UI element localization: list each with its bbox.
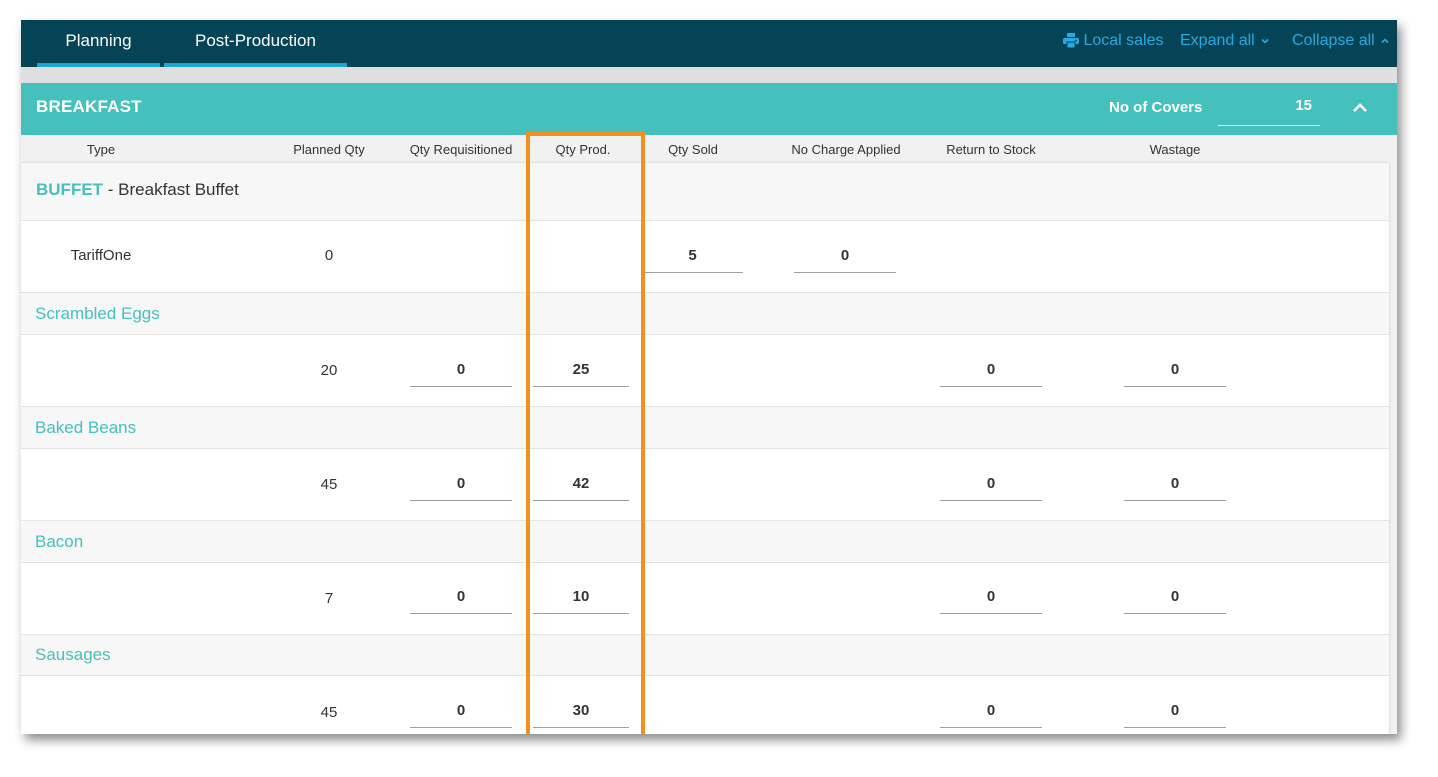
column-header-no-charge-applied: No Charge Applied bbox=[791, 142, 901, 157]
column-header-wastage: Wastage bbox=[1149, 142, 1201, 157]
item-name: Baked Beans bbox=[35, 418, 137, 437]
covers-value: 15 bbox=[1295, 97, 1312, 114]
wastage-input[interactable]: 0 bbox=[1124, 583, 1226, 614]
tab-planning-label: Planning bbox=[65, 31, 132, 50]
qty-requisitioned-input[interactable]: 0 bbox=[410, 697, 512, 728]
local-sales-label: Local sales bbox=[1083, 32, 1164, 49]
expand-all-label: Expand all bbox=[1180, 32, 1255, 49]
table-row: 45 0 42 0 0 bbox=[21, 448, 1389, 521]
buffet-group-row: BUFFET - Breakfast Buffet bbox=[21, 163, 1389, 220]
wastage-input[interactable]: 0 bbox=[1124, 356, 1226, 387]
buffet-name: - Breakfast Buffet bbox=[103, 180, 239, 199]
expand-all-link[interactable]: Expand all bbox=[1180, 32, 1271, 50]
collapse-all-label: Collapse all bbox=[1292, 32, 1375, 49]
items-card: BUFFET - Breakfast Buffet TariffOne 0 5 … bbox=[21, 163, 1389, 734]
wastage-input[interactable]: 0 bbox=[1124, 697, 1226, 728]
qty-sold-input[interactable]: 5 bbox=[642, 242, 743, 273]
qty-requisitioned-input[interactable]: 0 bbox=[410, 583, 512, 614]
qty-prod-input[interactable]: 30 bbox=[533, 697, 629, 728]
return-to-stock-input[interactable]: 0 bbox=[940, 583, 1042, 614]
qty-prod-input[interactable]: 10 bbox=[533, 583, 629, 614]
item-name: Sausages bbox=[35, 645, 111, 664]
column-header-planned-qty: Planned Qty bbox=[293, 142, 365, 157]
collapse-all-link[interactable]: Collapse all bbox=[1292, 32, 1391, 50]
table-row: 45 0 30 0 0 bbox=[21, 675, 1389, 734]
covers-label: No of Covers bbox=[1109, 99, 1203, 116]
section-header: BREAKFAST No of Covers 15 bbox=[21, 83, 1397, 135]
qty-requisitioned-input[interactable]: 0 bbox=[410, 470, 512, 501]
tariff-label: TariffOne bbox=[70, 247, 132, 264]
table-row: 7 0 10 0 0 bbox=[21, 562, 1389, 635]
top-nav: Planning Post-Production Local sales Exp… bbox=[21, 20, 1397, 67]
return-to-stock-input[interactable]: 0 bbox=[940, 697, 1042, 728]
column-header-return-to-stock: Return to Stock bbox=[946, 142, 1036, 157]
column-header-type: Type bbox=[86, 142, 116, 157]
local-sales-link[interactable]: Local sales bbox=[1063, 32, 1164, 50]
wastage-input[interactable]: 0 bbox=[1124, 470, 1226, 501]
item-group-row: Baked Beans bbox=[21, 406, 1389, 449]
tab-post-production-label: Post-Production bbox=[195, 31, 316, 50]
buffet-code: BUFFET bbox=[36, 180, 104, 199]
buffet-title: BUFFET - Breakfast Buffet bbox=[36, 180, 239, 200]
planned-qty: 45 bbox=[320, 704, 338, 721]
item-name: Scrambled Eggs bbox=[35, 304, 160, 323]
return-to-stock-input[interactable]: 0 bbox=[940, 470, 1042, 501]
planned-qty: 7 bbox=[324, 590, 334, 607]
planned-qty: 20 bbox=[320, 362, 338, 379]
qty-prod-input[interactable]: 25 bbox=[533, 356, 629, 387]
chevron-down-icon bbox=[1261, 38, 1269, 44]
column-header-qty-requisitioned: Qty Requisitioned bbox=[409, 142, 513, 157]
item-name: Bacon bbox=[35, 532, 84, 551]
column-header-qty-prod: Qty Prod. bbox=[555, 142, 611, 157]
chevron-up-icon bbox=[1381, 38, 1389, 43]
qty-requisitioned-input[interactable]: 0 bbox=[410, 356, 512, 387]
chevron-up-icon[interactable] bbox=[1351, 99, 1369, 117]
column-header-qty-sold: Qty Sold bbox=[668, 142, 718, 157]
table-row: TariffOne 0 5 0 bbox=[21, 220, 1389, 293]
item-group-row: Sausages bbox=[21, 634, 1389, 676]
printer-icon bbox=[1063, 33, 1079, 49]
tab-post-production[interactable]: Post-Production bbox=[164, 20, 347, 67]
qty-prod-input[interactable]: 42 bbox=[533, 470, 629, 501]
tab-planning[interactable]: Planning bbox=[37, 20, 160, 67]
item-group-row: Scrambled Eggs bbox=[21, 292, 1389, 335]
divider-strip bbox=[21, 67, 1397, 83]
item-group-row: Bacon bbox=[21, 520, 1389, 563]
return-to-stock-input[interactable]: 0 bbox=[940, 356, 1042, 387]
planned-qty: 0 bbox=[324, 247, 334, 264]
no-charge-input[interactable]: 0 bbox=[794, 242, 896, 273]
section-title: BREAKFAST bbox=[36, 97, 142, 116]
app-window: Planning Post-Production Local sales Exp… bbox=[21, 20, 1397, 734]
table-row: 20 0 25 0 0 bbox=[21, 334, 1389, 407]
planned-qty: 45 bbox=[320, 476, 338, 493]
covers-input[interactable]: 15 bbox=[1218, 89, 1320, 126]
